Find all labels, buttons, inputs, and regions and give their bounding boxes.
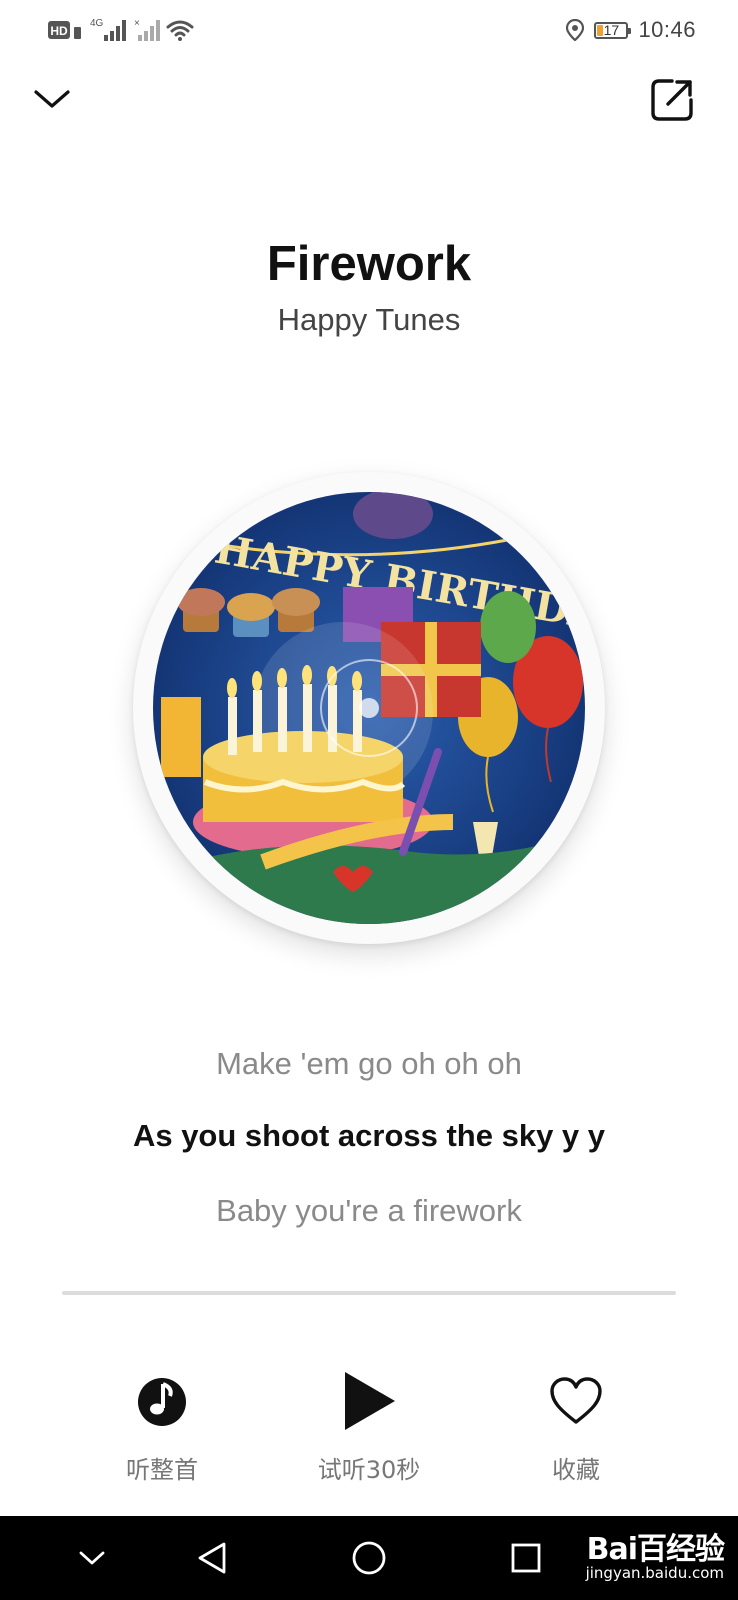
status-indicators: HD 4G × bbox=[48, 17, 194, 43]
wifi-icon bbox=[166, 20, 194, 41]
listen-full-song-button[interactable]: 听整首 bbox=[72, 1370, 252, 1485]
favorite-button[interactable]: 收藏 bbox=[486, 1370, 666, 1485]
cell-signal-off-icon: × bbox=[134, 18, 160, 41]
battery-level: 17 bbox=[603, 21, 620, 38]
battery-icon: 17 bbox=[594, 21, 632, 39]
favorite-label: 收藏 bbox=[552, 1456, 600, 1484]
external-share-icon bbox=[651, 79, 693, 121]
status-right: 17 10:46 bbox=[566, 17, 696, 43]
location-icon bbox=[566, 19, 585, 41]
status-bar: HD 4G × 17 10:46 bbox=[0, 0, 738, 62]
recents-square-icon bbox=[511, 1543, 541, 1573]
system-navigation-bar: Bai百经验 jingyan.baidu.com bbox=[0, 1516, 738, 1600]
baidu-watermark: Bai百经验 jingyan.baidu.com bbox=[585, 1532, 725, 1582]
svg-text:4G: 4G bbox=[90, 18, 104, 29]
watermark-url: jingyan.baidu.com bbox=[585, 1563, 724, 1582]
nav-recents-button[interactable] bbox=[506, 1516, 546, 1600]
clock: 10:46 bbox=[638, 17, 696, 42]
cell-signal-4g-icon: 4G bbox=[90, 18, 126, 41]
album-cover-art: HAPPY BIRTHDAY bbox=[153, 492, 585, 924]
chevron-down-icon bbox=[79, 1551, 105, 1565]
play-icon bbox=[345, 1372, 395, 1430]
song-title: Firework bbox=[266, 237, 472, 291]
heart-icon bbox=[550, 1377, 602, 1424]
collapse-button[interactable] bbox=[32, 84, 72, 119]
music-note-icon bbox=[138, 1378, 186, 1426]
preview-30s-button[interactable]: 试听30秒 bbox=[279, 1370, 459, 1485]
svg-text:×: × bbox=[134, 18, 140, 29]
preview-30s-label: 试听30秒 bbox=[317, 1456, 421, 1484]
listen-full-song-label: 听整首 bbox=[126, 1456, 198, 1484]
share-button[interactable] bbox=[650, 78, 694, 127]
hd-icon: HD bbox=[48, 21, 81, 39]
lyric-previous-line: Make 'em go oh oh oh bbox=[216, 1046, 522, 1081]
home-circle-icon bbox=[352, 1541, 386, 1575]
lyric-current-line: As you shoot across the sky y y bbox=[132, 1118, 606, 1153]
nav-home-button[interactable] bbox=[346, 1516, 392, 1600]
watermark-brand: Bai百经验 bbox=[586, 1532, 725, 1567]
album-disc: HAPPY BIRTHDAY bbox=[133, 472, 605, 944]
back-triangle-icon bbox=[198, 1542, 226, 1574]
chevron-down-icon bbox=[34, 90, 70, 108]
song-artist: Happy Tunes bbox=[277, 302, 461, 337]
svg-text:HD: HD bbox=[50, 24, 68, 38]
lyric-next-line: Baby you're a firework bbox=[216, 1193, 522, 1228]
nav-back-button[interactable] bbox=[190, 1516, 234, 1600]
nav-hide-button[interactable] bbox=[72, 1516, 112, 1600]
playback-progress-bar[interactable] bbox=[62, 1291, 676, 1295]
